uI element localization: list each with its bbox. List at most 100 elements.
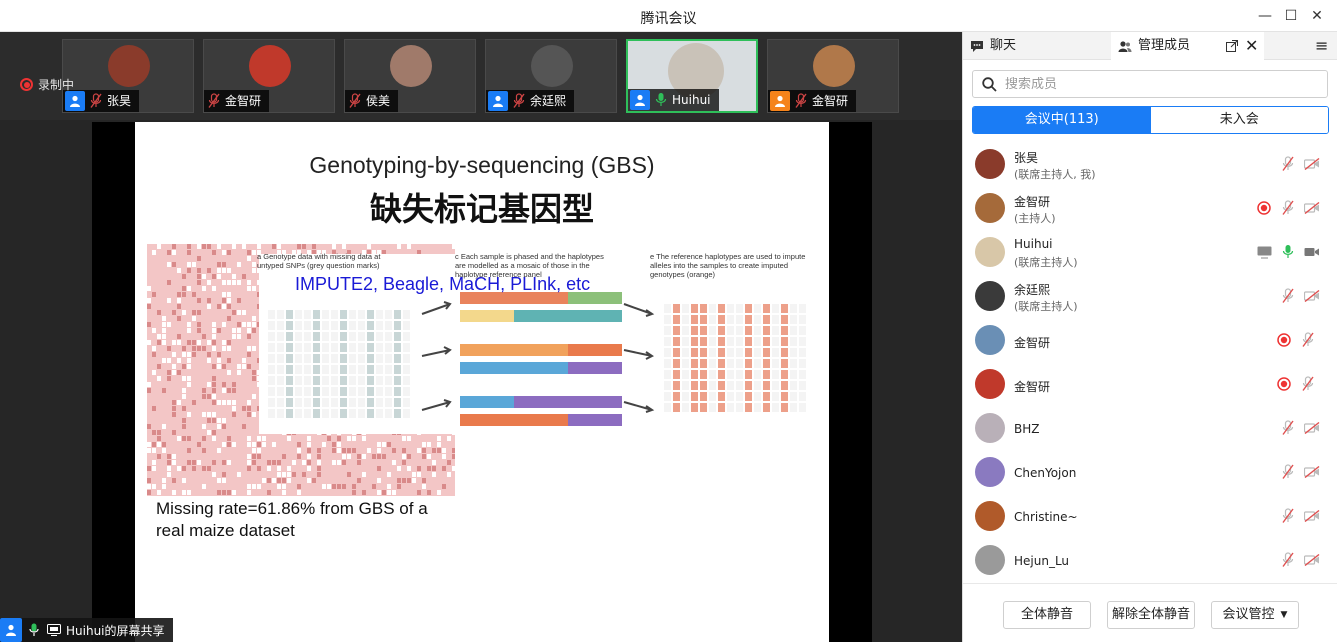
member-row[interactable]: Christine~	[963, 495, 1337, 539]
tab-chat[interactable]: 聊天	[969, 32, 1109, 60]
matrix-cell	[322, 442, 326, 447]
tab-not-joined[interactable]: 未入会	[1150, 107, 1328, 133]
recording-icon	[1276, 331, 1292, 349]
matrix-cell	[252, 286, 256, 291]
haplotype-segment	[460, 310, 514, 322]
matrix-cell	[227, 268, 231, 273]
member-role: (联席主持人)	[1014, 300, 1078, 313]
participant-thumbnail[interactable]: 金智研	[767, 39, 899, 113]
search-input[interactable]	[1005, 76, 1305, 92]
mic-muted-icon[interactable]	[1300, 331, 1316, 349]
camera-off-icon[interactable]	[1304, 199, 1320, 217]
member-name: Christine~	[1014, 510, 1078, 524]
participant-thumbnail[interactable]: Huihui	[626, 39, 758, 113]
participant-thumbnail[interactable]: 张昊	[62, 39, 194, 113]
matrix-cell	[357, 460, 361, 465]
imputed-cell	[673, 392, 680, 401]
genotype-cell	[403, 376, 410, 385]
participant-thumbnail[interactable]: 金智研	[203, 39, 335, 113]
recording-label: 录制中	[38, 78, 75, 92]
matrix-cell	[267, 460, 271, 465]
matrix-cell	[167, 280, 171, 285]
matrix-cell	[377, 466, 381, 471]
genotype-cell	[349, 387, 356, 396]
mic-muted-icon[interactable]	[1280, 199, 1296, 217]
camera-off-icon[interactable]	[1304, 419, 1320, 437]
member-row[interactable]: 金智研	[963, 363, 1337, 407]
matrix-cell	[197, 268, 201, 273]
genotype-cell	[340, 321, 347, 330]
camera-on-icon[interactable]	[1304, 243, 1320, 261]
mute-all-button[interactable]: 全体静音	[1003, 601, 1091, 629]
matrix-cell	[252, 328, 256, 333]
mic-muted-icon[interactable]	[1280, 287, 1296, 305]
haplotype-segment	[568, 362, 622, 374]
unmute-all-button[interactable]: 解除全体静音	[1107, 601, 1195, 629]
imputed-cell	[727, 304, 734, 313]
close-button[interactable]: ✕	[1305, 4, 1329, 28]
matrix-cell	[297, 448, 301, 453]
mic-muted-icon[interactable]	[1280, 463, 1296, 481]
matrix-cell	[272, 244, 276, 249]
camera-off-icon[interactable]	[1304, 507, 1320, 525]
member-status-icons	[1256, 199, 1320, 217]
matrix-cell	[207, 394, 211, 399]
matrix-cell	[422, 454, 426, 459]
member-row[interactable]: 张昊 (联席主持人, 我)	[963, 143, 1337, 187]
member-row[interactable]: Huihui (联席主持人)	[963, 231, 1337, 275]
camera-off-icon[interactable]	[1304, 463, 1320, 481]
close-panel-icon[interactable]: ✕	[1245, 32, 1261, 60]
matrix-cell	[362, 454, 366, 459]
member-name: Huihui	[1014, 237, 1053, 251]
matrix-cell	[342, 448, 346, 453]
member-row[interactable]: ChenYojon	[963, 451, 1337, 495]
mic-on-icon[interactable]	[1280, 243, 1296, 261]
tab-in-meeting[interactable]: 会议中(113)	[973, 107, 1151, 133]
haplotype-segment	[514, 396, 568, 408]
matrix-cell	[247, 352, 251, 357]
matrix-cell	[152, 406, 156, 411]
menu-icon[interactable]: ≡	[1315, 32, 1331, 60]
member-role: (联席主持人)	[1014, 256, 1078, 269]
imputed-cell	[727, 381, 734, 390]
genotype-cell	[385, 387, 392, 396]
matrix-cell	[397, 484, 401, 489]
imputed-cell	[718, 381, 725, 390]
meeting-control-button[interactable]: 会议管控 ▼	[1211, 601, 1299, 629]
mic-muted-icon[interactable]	[1280, 507, 1296, 525]
genotype-cell	[394, 310, 401, 319]
matrix-cell	[267, 466, 271, 471]
mic-muted-icon[interactable]	[1280, 419, 1296, 437]
matrix-cell	[172, 406, 176, 411]
member-search[interactable]	[972, 70, 1328, 98]
genotype-cell	[331, 332, 338, 341]
genotype-cell	[331, 343, 338, 352]
member-row[interactable]: 余廷熙 (联席主持人)	[963, 275, 1337, 319]
popout-icon[interactable]	[1226, 32, 1242, 60]
user-badge-icon	[488, 91, 508, 111]
imputed-cell	[691, 359, 698, 368]
matrix-cell	[232, 382, 236, 387]
camera-off-icon[interactable]	[1304, 155, 1320, 173]
genotype-cell	[304, 398, 311, 407]
member-row[interactable]: 金智研	[963, 319, 1337, 363]
mic-muted-icon[interactable]	[1280, 155, 1296, 173]
member-row[interactable]: Hejun_Lu	[963, 539, 1337, 583]
mic-muted-icon[interactable]	[1280, 551, 1296, 569]
genotype-cell	[340, 343, 347, 352]
matrix-cell	[167, 376, 171, 381]
matrix-cell	[302, 472, 306, 477]
matrix-cell	[222, 340, 226, 345]
camera-off-icon[interactable]	[1304, 287, 1320, 305]
mic-muted-icon[interactable]	[1300, 375, 1316, 393]
member-row[interactable]: 金智研 (主持人)	[963, 187, 1337, 231]
matrix-cell	[187, 382, 191, 387]
matrix-cell	[182, 310, 186, 315]
minimize-button[interactable]: —	[1253, 4, 1277, 28]
avatar	[249, 45, 291, 87]
member-row[interactable]: BHZ	[963, 407, 1337, 451]
camera-off-icon[interactable]	[1304, 551, 1320, 569]
participant-thumbnail[interactable]: 侯美	[344, 39, 476, 113]
maximize-button[interactable]: ☐	[1279, 4, 1303, 28]
participant-thumbnail[interactable]: 余廷熙	[485, 39, 617, 113]
